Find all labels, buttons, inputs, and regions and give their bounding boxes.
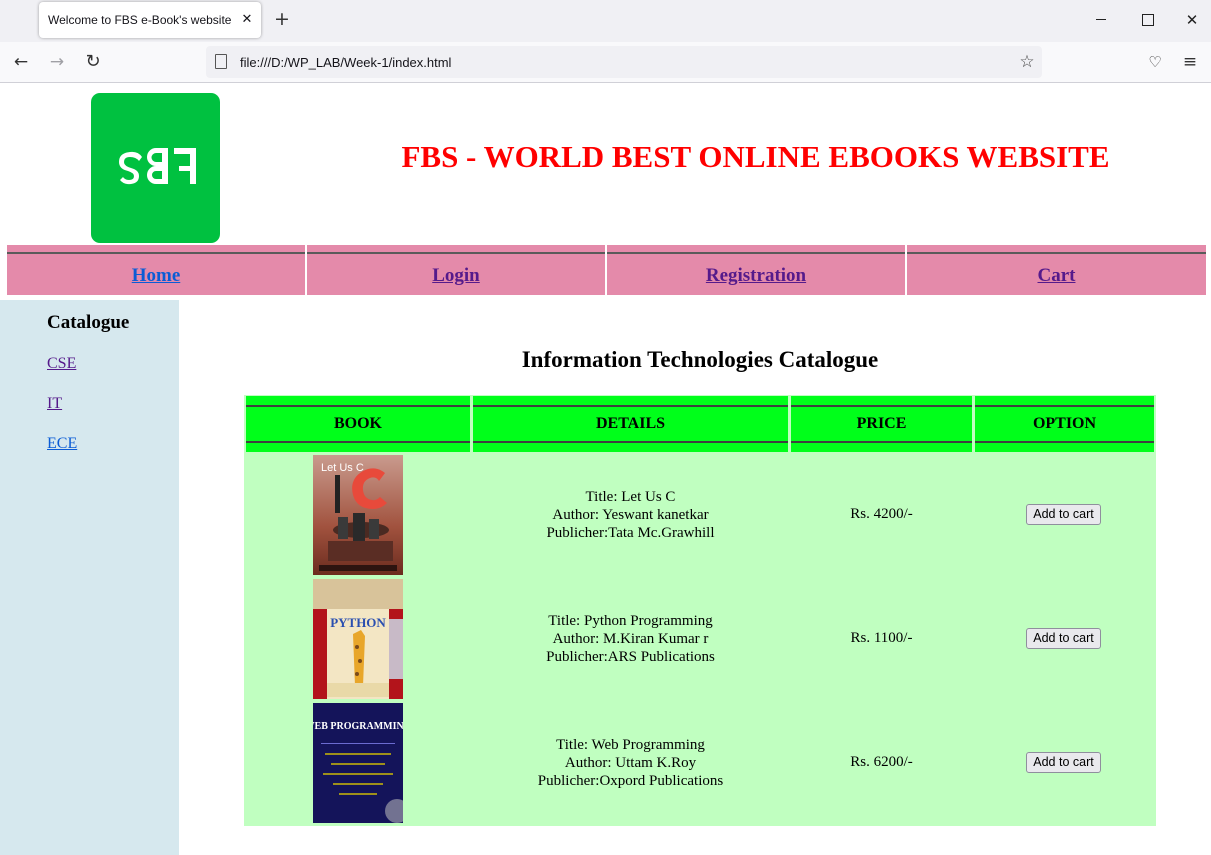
cover-title-text: Let Us C xyxy=(321,462,364,474)
column-header-label: PRICE xyxy=(856,415,907,432)
main-navigation: Home Login Registration Cart xyxy=(7,245,1206,295)
catalogue-heading: Information Technologies Catalogue xyxy=(521,347,879,372)
column-header-option: OPTION xyxy=(975,396,1154,452)
catalogue-sidebar: Catalogue CSE IT ECE xyxy=(0,300,179,855)
browser-tab[interactable]: Welcome to FBS e-Book's website ✕ xyxy=(39,2,261,38)
nav-cell-login: Login xyxy=(307,245,605,295)
book-publisher: Publicher:ARS Publications xyxy=(546,649,715,665)
table-row: WEB PROGRAMMING Title: Web Programming A… xyxy=(244,702,1156,824)
nav-link-cart[interactable]: Cart xyxy=(907,265,1206,287)
nav-cell-home: Home xyxy=(7,245,305,295)
book-price: Rs. 1100/- xyxy=(850,630,913,646)
bookmark-star-icon[interactable]: ☆ xyxy=(1016,50,1038,74)
new-tab-button[interactable]: + xyxy=(272,7,292,31)
book-details: Title: Let Us C Author: Yeswant kanetkar… xyxy=(473,488,788,542)
book-publisher: Publicher:Tata Mc.Grawhill xyxy=(546,525,715,541)
column-header-label: DETAILS xyxy=(595,415,666,432)
maximize-window-button[interactable] xyxy=(1131,6,1163,34)
close-tab-icon[interactable]: ✕ xyxy=(238,9,256,29)
close-window-button[interactable]: ✕ xyxy=(1176,6,1208,34)
book-cover-let-us-c: Let Us C xyxy=(313,455,403,575)
url-text[interactable]: file:///D:/WP_LAB/Week-1/index.html xyxy=(240,55,451,70)
column-header-price: PRICE xyxy=(791,396,972,452)
cover-title-text: WEB PROGRAMMING xyxy=(313,721,403,732)
sidebar-link-ece[interactable]: ECE xyxy=(47,435,77,453)
sidebar-link-it[interactable]: IT xyxy=(47,395,62,413)
column-header-label: BOOK xyxy=(333,415,382,432)
back-arrow-icon[interactable]: ← xyxy=(9,50,33,74)
book-table: BOOK DETAILS PRICE OPTION Let Us C Title… xyxy=(244,395,1156,826)
book-price: Rs. 6200/- xyxy=(850,754,913,770)
book-author: Author: M.Kiran Kumar r xyxy=(552,631,709,647)
web-page: FBS - WORLD BEST ONLINE EBOOKS WEBSITE H… xyxy=(0,84,1211,855)
book-title: Title: Web Programming xyxy=(556,737,705,753)
add-to-cart-button[interactable]: Add to cart xyxy=(1026,628,1101,649)
nav-cell-registration: Registration xyxy=(607,245,905,295)
hamburger-menu-icon[interactable]: ≡ xyxy=(1178,50,1202,74)
book-title: Title: Python Programming xyxy=(548,613,713,629)
cover-title-text: PYTHON xyxy=(330,615,386,630)
column-header-book: BOOK xyxy=(246,396,470,452)
book-title: Title: Let Us C xyxy=(585,489,676,505)
reload-icon[interactable]: ↻ xyxy=(81,50,105,74)
book-author: Author: Uttam K.Roy xyxy=(564,755,697,771)
book-author: Author: Yeswant kanetkar xyxy=(552,507,709,523)
book-price: Rs. 4200/- xyxy=(850,506,913,522)
add-to-cart-button[interactable]: Add to cart xyxy=(1026,752,1101,773)
book-details: Title: Web Programming Author: Uttam K.R… xyxy=(473,736,788,790)
nav-link-registration[interactable]: Registration xyxy=(607,265,905,287)
address-bar[interactable]: file:///D:/WP_LAB/Week-1/index.html ☆ xyxy=(206,46,1042,78)
pocket-icon[interactable]: ♡ xyxy=(1143,50,1167,74)
browser-toolbar: ← → ↻ file:///D:/WP_LAB/Week-1/index.htm… xyxy=(0,42,1211,83)
column-header-details: DETAILS xyxy=(473,396,788,452)
book-details: Title: Python Programming Author: M.Kira… xyxy=(473,612,788,666)
page-file-icon xyxy=(215,54,227,69)
nav-link-home[interactable]: Home xyxy=(7,265,305,287)
nav-cell-cart: Cart xyxy=(907,245,1206,295)
browser-tab-strip: Welcome to FBS e-Book's website ✕ + ✕ xyxy=(0,0,1211,42)
nav-link-login[interactable]: Login xyxy=(307,265,605,287)
minimize-window-button[interactable] xyxy=(1085,6,1117,34)
site-title: FBS - WORLD BEST ONLINE EBOOKS WEBSITE xyxy=(401,139,1110,174)
book-cover-python: PYTHON xyxy=(313,579,403,699)
table-row: Let Us C Title: Let Us C Author: Yeswant… xyxy=(244,454,1156,576)
fbs-logo-mark xyxy=(119,148,196,185)
book-cover-web-programming: WEB PROGRAMMING xyxy=(313,703,403,823)
forward-arrow-icon[interactable]: → xyxy=(45,50,69,74)
sidebar-link-cse[interactable]: CSE xyxy=(47,355,76,373)
book-publisher: Publicher:Oxpord Publications xyxy=(537,773,724,789)
sidebar-title: Catalogue xyxy=(47,312,130,333)
table-row: PYTHON Title: Python Programming Author:… xyxy=(244,578,1156,700)
column-header-label: OPTION xyxy=(1032,415,1097,432)
fbs-logo xyxy=(91,93,220,243)
add-to-cart-button[interactable]: Add to cart xyxy=(1026,504,1101,525)
tab-title: Welcome to FBS e-Book's website xyxy=(48,13,232,27)
